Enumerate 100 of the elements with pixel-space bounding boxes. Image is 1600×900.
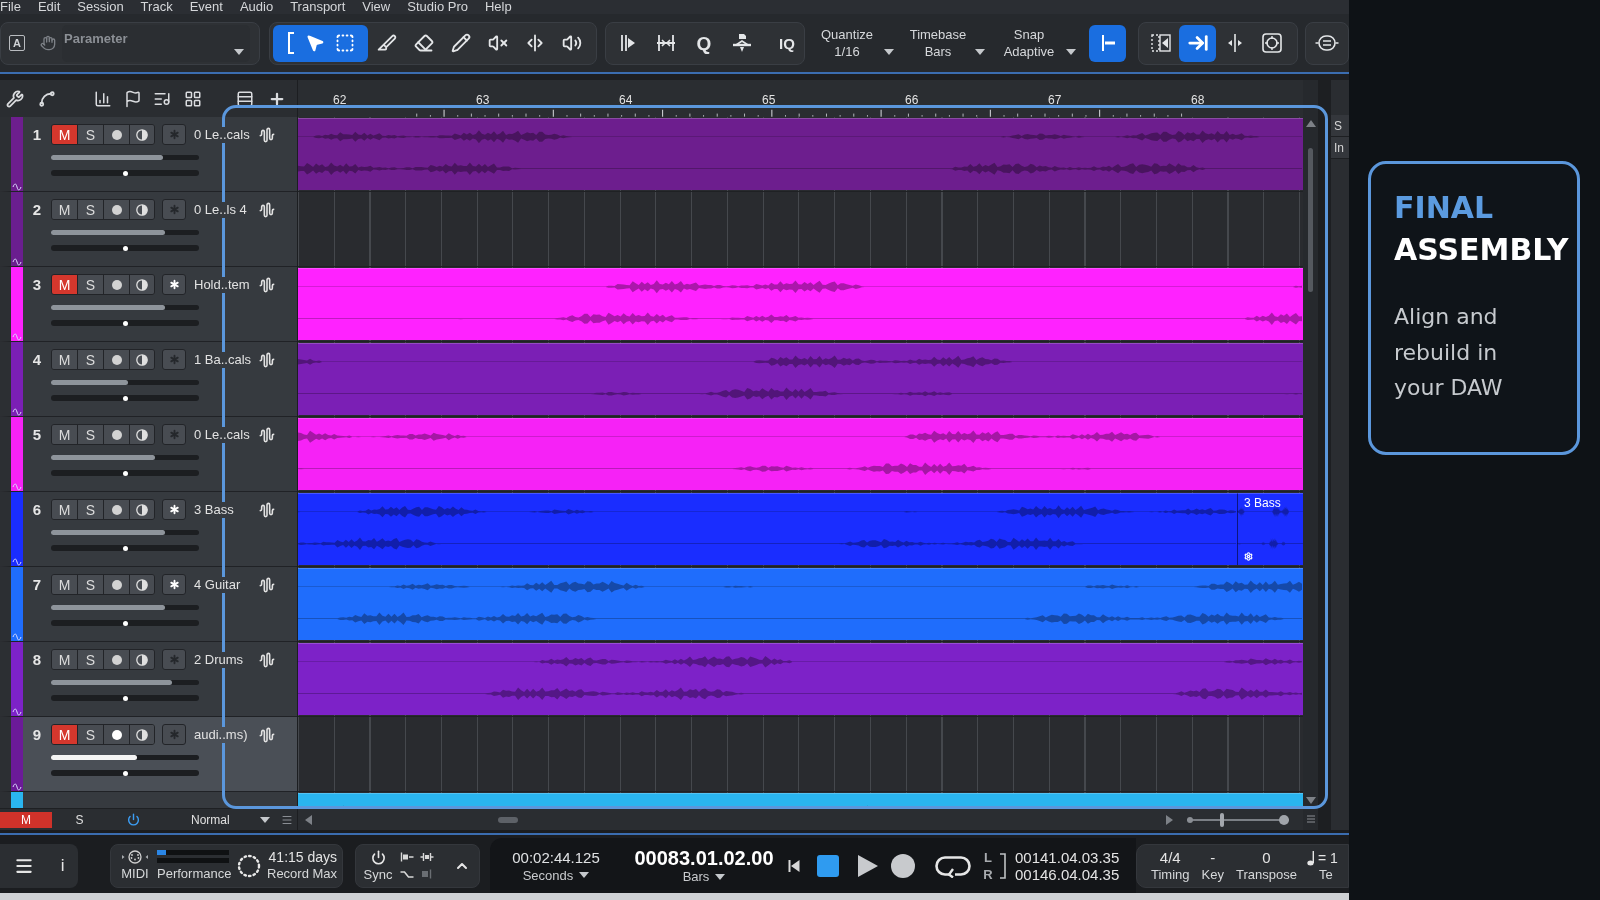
volume-slider[interactable] (51, 605, 199, 610)
monitor-button[interactable] (130, 125, 154, 144)
record-button[interactable] (104, 350, 130, 369)
snap-toggle[interactable] (1089, 24, 1126, 62)
solo-button[interactable]: S (78, 725, 104, 744)
solo-button[interactable]: S (78, 125, 104, 144)
record-icon[interactable] (891, 853, 915, 878)
position-format-dropdown[interactable]: Bars (682, 868, 726, 885)
wrench-icon[interactable] (6, 89, 24, 108)
monitor-button[interactable] (130, 275, 154, 294)
pan-slider[interactable] (51, 320, 199, 326)
track-header[interactable]: 3 M S Hold..tem (0, 267, 297, 342)
record-button[interactable] (104, 650, 130, 669)
volume-slider[interactable] (51, 680, 199, 685)
setting-dropdown[interactable]: Quantize 1/16 (815, 26, 897, 60)
audio-clip[interactable] (298, 493, 1237, 565)
scrollbar-thumb[interactable] (498, 816, 518, 823)
audio-clip[interactable] (298, 568, 1303, 640)
triangle-left-icon[interactable] (305, 814, 312, 825)
time-format-dropdown[interactable]: Seconds (522, 866, 590, 884)
caret-icon[interactable] (884, 49, 894, 55)
volume-slider[interactable] (51, 230, 199, 235)
track-header[interactable]: 4 M S 1 Ba..cals (0, 342, 297, 417)
power-icon[interactable] (127, 813, 140, 826)
waveform-icon[interactable] (259, 426, 275, 443)
view-tool-button[interactable] (1179, 24, 1216, 62)
lines-pill-icon[interactable] (1315, 33, 1339, 53)
record-button[interactable] (104, 200, 130, 219)
text-format-button[interactable]: A (9, 35, 25, 51)
iq-button[interactable]: IQ (769, 35, 805, 51)
menu-item[interactable]: View (362, 0, 391, 14)
mute-button[interactable]: M (52, 275, 78, 294)
caret-icon[interactable] (234, 48, 244, 55)
record-button[interactable] (104, 425, 130, 444)
dim-marker-icon[interactable] (420, 869, 434, 879)
pan-thumb[interactable] (122, 470, 128, 476)
dotted-ring-icon[interactable] (237, 853, 261, 878)
pan-thumb[interactable] (122, 320, 128, 326)
volume-slider[interactable] (51, 455, 199, 460)
power-icon[interactable] (370, 849, 386, 865)
list-icon[interactable] (281, 813, 293, 826)
mute-button[interactable]: M (52, 425, 78, 444)
menu-item[interactable]: Session (77, 0, 124, 14)
waveform-icon[interactable] (259, 351, 275, 368)
waveform-icon[interactable] (259, 651, 275, 668)
scrollbar-thumb[interactable] (1308, 148, 1313, 292)
track-header[interactable]: 2 M S 0 Le..ls 4 (0, 192, 297, 267)
pan-slider[interactable] (51, 245, 199, 251)
loop-icon[interactable] (935, 853, 971, 878)
record-button[interactable] (104, 500, 130, 519)
volume-slider[interactable] (51, 755, 199, 760)
parameter-dropdown[interactable]: Parameter (62, 24, 250, 62)
pin-marker-icon[interactable] (400, 852, 414, 862)
track-header[interactable]: 7 M S 4 Guitar (0, 567, 297, 642)
waveform-icon[interactable] (259, 576, 275, 593)
audio-clip[interactable] (298, 643, 1303, 715)
caret-icon[interactable] (260, 816, 270, 823)
caret-icon[interactable] (1066, 49, 1076, 55)
monitor-button[interactable] (130, 650, 154, 669)
waveform-icon[interactable] (259, 126, 275, 143)
triangle-down-icon[interactable] (1305, 797, 1316, 804)
monitor-button[interactable] (130, 350, 154, 369)
record-button[interactable] (104, 275, 130, 294)
monitor-button[interactable] (130, 425, 154, 444)
setting-dropdown[interactable]: Snap Adaptive (997, 26, 1079, 60)
pan-thumb[interactable] (122, 770, 128, 776)
menu-item[interactable]: File (0, 0, 21, 14)
setting-dropdown[interactable]: Timebase Bars (906, 26, 988, 60)
bar-chart-icon[interactable] (94, 89, 112, 108)
mute-button[interactable]: M (52, 125, 78, 144)
waveform-icon[interactable] (259, 726, 275, 743)
gear-icon[interactable] (1244, 552, 1253, 561)
mute-button[interactable]: M (52, 500, 78, 519)
step-line-icon[interactable] (400, 869, 414, 879)
solo-indicator[interactable]: S (52, 811, 107, 828)
dual-marker-icon[interactable] (420, 852, 434, 862)
pan-thumb[interactable] (122, 170, 128, 176)
pan-slider[interactable] (51, 620, 199, 626)
record-button[interactable] (104, 575, 130, 594)
pan-thumb[interactable] (122, 395, 128, 401)
mute-button[interactable]: M (52, 350, 78, 369)
skip-back-icon[interactable] (788, 858, 800, 873)
zoom-slider-thumb[interactable] (1219, 812, 1224, 827)
audio-clip[interactable] (298, 418, 1303, 490)
monitor-button[interactable] (130, 200, 154, 219)
caret-icon[interactable] (975, 49, 985, 55)
volume-slider[interactable] (51, 305, 199, 310)
audio-clip[interactable] (298, 268, 1303, 340)
track-header[interactable]: 8 M S 2 Drums (0, 642, 297, 717)
volume-slider[interactable] (51, 380, 199, 385)
track-header[interactable]: 6 M S 3 Bass (0, 492, 297, 567)
solo-button[interactable]: S (78, 575, 104, 594)
pan-slider[interactable] (51, 395, 199, 401)
monitor-button[interactable] (130, 575, 154, 594)
solo-button[interactable]: S (78, 500, 104, 519)
waveform-icon[interactable] (259, 276, 275, 293)
solo-button[interactable]: S (78, 425, 104, 444)
pan-slider[interactable] (51, 695, 199, 701)
info-button[interactable]: i (60, 857, 65, 874)
volume-slider[interactable] (51, 155, 199, 160)
